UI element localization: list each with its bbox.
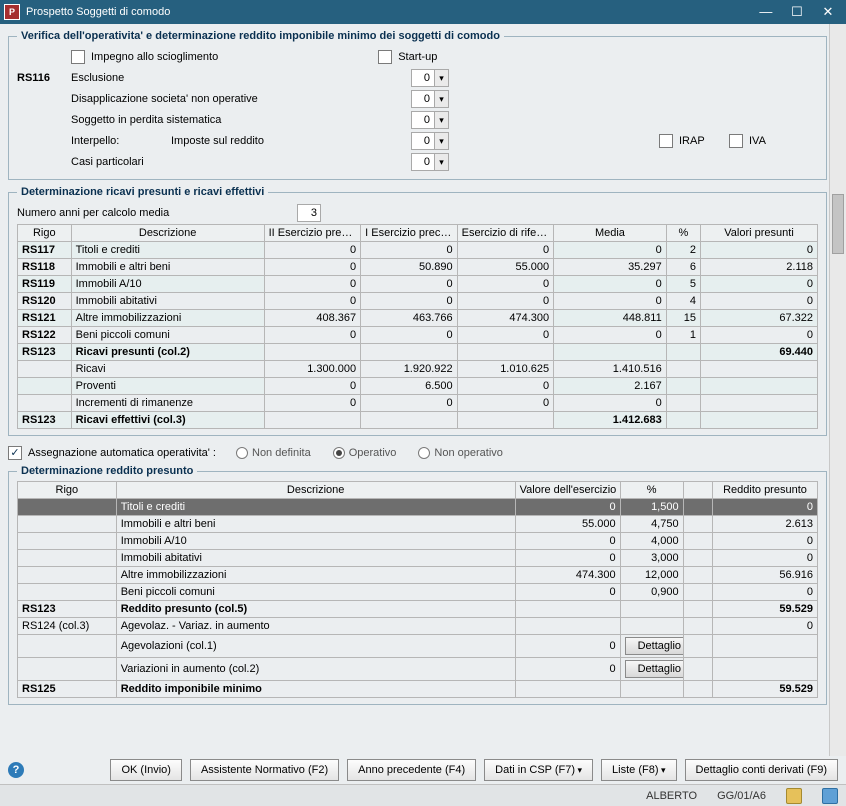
table-row[interactable]: RS119Immobili A/10000050 xyxy=(18,276,818,293)
startup-label: Start-up xyxy=(398,51,437,63)
table-row[interactable]: RS123Ricavi presunti (col.2)69.440 xyxy=(18,344,818,361)
th-pct: % xyxy=(666,225,700,242)
csp-button[interactable]: Dati in CSP (F7) xyxy=(484,759,593,781)
trash-icon[interactable] xyxy=(786,788,802,804)
table-row[interactable]: Incrementi di rimanenze0000 xyxy=(18,395,818,412)
disapp-label: Disapplicazione societa' non operative xyxy=(71,93,411,105)
table-row[interactable]: RS121Altre immobilizzazioni408.367463.76… xyxy=(18,310,818,327)
iva-label: IVA xyxy=(749,135,766,147)
table-row[interactable]: RS124 (col.3)Agevolaz. - Variaz. in aume… xyxy=(18,618,818,635)
table-row[interactable]: Immobili A/1004,0000 xyxy=(18,533,818,550)
table-row[interactable]: Titoli e crediti01,5000 xyxy=(18,499,818,516)
th2-pct: % xyxy=(620,482,683,499)
status-code: GG/01/A6 xyxy=(717,790,766,802)
assegn-label: Assegnazione automatica operativita' : xyxy=(28,447,216,459)
radio-operativo[interactable]: Operativo xyxy=(333,447,397,459)
table-row[interactable]: RS118Immobili e altri beni050.89055.0003… xyxy=(18,259,818,276)
startup-checkbox[interactable] xyxy=(378,50,392,64)
th-media: Media xyxy=(554,225,667,242)
minimize-button[interactable]: — xyxy=(752,4,780,19)
th-e1: I Esercizio precedente xyxy=(361,225,458,242)
esclusione-select[interactable]: ▾ xyxy=(411,69,449,87)
table-row[interactable]: Variazioni in aumento (col.2)0Dettaglio xyxy=(18,658,818,681)
table-row[interactable]: RS120Immobili abitativi000040 xyxy=(18,293,818,310)
reddito-table: Rigo Descrizione Valore dell'esercizio %… xyxy=(17,481,818,698)
verifica-legend: Verifica dell'operativita' e determinazi… xyxy=(17,30,504,42)
th-rigo: Rigo xyxy=(18,225,72,242)
ricavi-fieldset: Determinazione ricavi presunti e ricavi … xyxy=(8,186,827,436)
table-row[interactable]: RS123Ricavi effettivi (col.3)1.412.683 xyxy=(18,412,818,429)
rs116-code: RS116 xyxy=(17,72,71,84)
impegno-label: Impegno allo scioglimento xyxy=(91,51,218,63)
verifica-fieldset: Verifica dell'operativita' e determinazi… xyxy=(8,30,827,180)
th-desc: Descrizione xyxy=(71,225,264,242)
table-row[interactable]: Proventi06.50002.167 xyxy=(18,378,818,395)
table-row[interactable]: Ricavi1.300.0001.920.9221.010.6251.410.5… xyxy=(18,361,818,378)
status-user: ALBERTO xyxy=(646,790,697,802)
esclusione-label: Esclusione xyxy=(71,72,411,84)
titlebar: P Prospetto Soggetti di comodo — ☐ ✕ xyxy=(0,0,846,24)
table-row[interactable]: RS117Titoli e crediti000020 xyxy=(18,242,818,259)
disapp-select[interactable]: ▾ xyxy=(411,90,449,108)
th2-red: Reddito presunto xyxy=(712,482,817,499)
dettaglio-button[interactable]: Dettaglio conti derivati (F9) xyxy=(685,759,838,781)
table-row[interactable]: Immobili e altri beni55.0004,7502.613 xyxy=(18,516,818,533)
table-row[interactable]: RS122Beni piccoli comuni000010 xyxy=(18,327,818,344)
perdita-label: Soggetto in perdita sistematica xyxy=(71,114,411,126)
table-row[interactable]: Immobili abitativi03,0000 xyxy=(18,550,818,567)
casi-select[interactable]: ▾ xyxy=(411,153,449,171)
interpello-sub-label: Imposte sul reddito xyxy=(171,135,411,147)
table-row[interactable]: Agevolazioni (col.1)0Dettaglio xyxy=(18,635,818,658)
irap-label: IRAP xyxy=(679,135,719,147)
media-input[interactable] xyxy=(297,204,321,222)
window-title: Prospetto Soggetti di comodo xyxy=(26,6,752,18)
assistente-button[interactable]: Assistente Normativo (F2) xyxy=(190,759,339,781)
th2-ex xyxy=(683,482,712,499)
radio-nondef[interactable]: Non definita xyxy=(236,447,311,459)
iva-checkbox[interactable] xyxy=(729,134,743,148)
maximize-button[interactable]: ☐ xyxy=(783,4,811,20)
th-val: Valori presunti xyxy=(701,225,818,242)
ricavi-table: Rigo Descrizione II Esercizio precedente… xyxy=(17,224,818,429)
anno-button[interactable]: Anno precedente (F4) xyxy=(347,759,476,781)
reddito-legend: Determinazione reddito presunto xyxy=(17,465,197,477)
close-button[interactable]: ✕ xyxy=(814,4,842,20)
table-row[interactable]: RS123Reddito presunto (col.5)59.529 xyxy=(18,601,818,618)
th-er: Esercizio di riferimento xyxy=(457,225,554,242)
th2-rigo: Rigo xyxy=(18,482,117,499)
interpello-label: Interpello: xyxy=(71,135,171,147)
perdita-select[interactable]: ▾ xyxy=(411,111,449,129)
table-row[interactable]: Beni piccoli comuni00,9000 xyxy=(18,584,818,601)
casi-label: Casi particolari xyxy=(71,156,411,168)
th2-val: Valore dell'esercizio xyxy=(515,482,620,499)
dettaglio-mini-button[interactable]: Dettaglio xyxy=(625,637,683,655)
liste-button[interactable]: Liste (F8) xyxy=(601,759,677,781)
assegn-checkbox[interactable] xyxy=(8,446,22,460)
radio-nonoperativo[interactable]: Non operativo xyxy=(418,447,503,459)
ricavi-legend: Determinazione ricavi presunti e ricavi … xyxy=(17,186,268,198)
app-icon: P xyxy=(4,4,20,20)
status-bar: ALBERTO GG/01/A6 xyxy=(0,784,846,806)
help-icon[interactable]: ? xyxy=(8,762,24,778)
irap-checkbox[interactable] xyxy=(659,134,673,148)
interpello-select[interactable]: ▾ xyxy=(411,132,449,150)
scrollbar[interactable] xyxy=(829,24,846,756)
impegno-checkbox[interactable] xyxy=(71,50,85,64)
screens-icon[interactable] xyxy=(822,788,838,804)
dettaglio-mini-button[interactable]: Dettaglio xyxy=(625,660,683,678)
table-row[interactable]: RS125Reddito imponibile minimo59.529 xyxy=(18,681,818,698)
th-e2: II Esercizio precedente xyxy=(264,225,361,242)
button-bar: ? OK (Invio) Assistente Normativo (F2) A… xyxy=(0,756,846,784)
reddito-fieldset: Determinazione reddito presunto Rigo Des… xyxy=(8,465,827,705)
media-label: Numero anni per calcolo media xyxy=(17,207,297,219)
ok-button[interactable]: OK (Invio) xyxy=(110,759,182,781)
th2-desc: Descrizione xyxy=(116,482,515,499)
table-row[interactable]: Altre immobilizzazioni474.30012,00056.91… xyxy=(18,567,818,584)
